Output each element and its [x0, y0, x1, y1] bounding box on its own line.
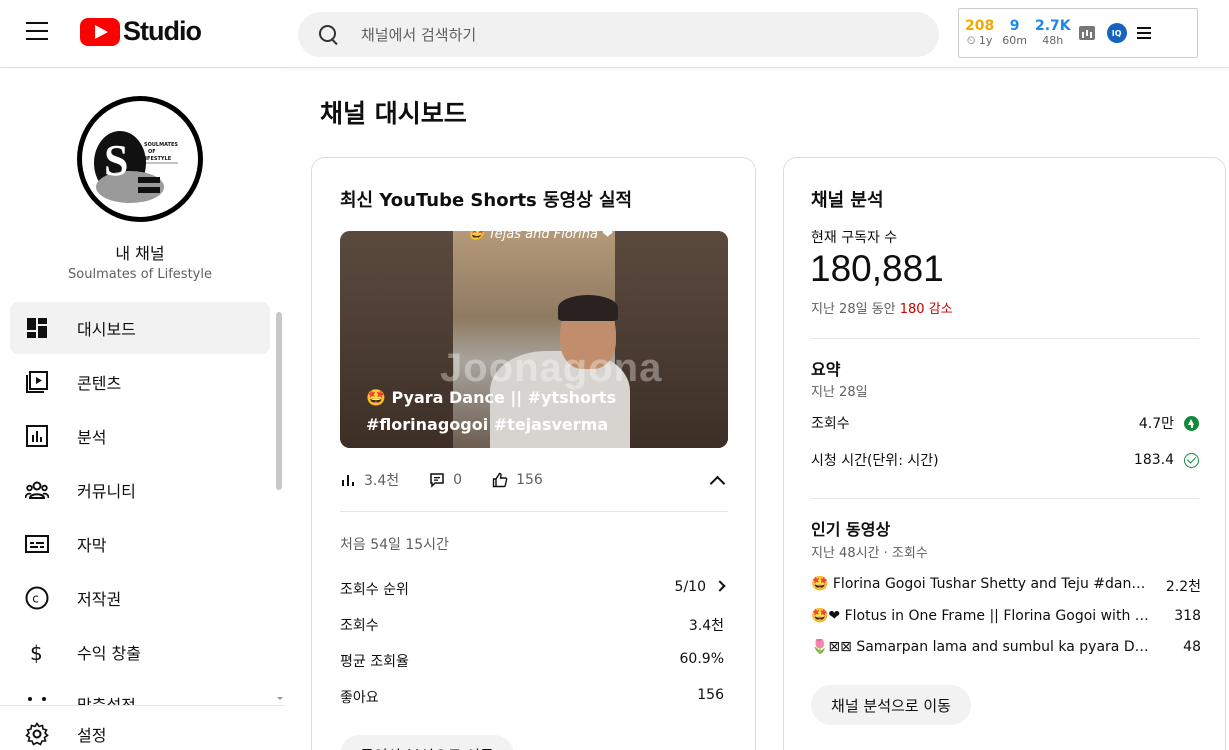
bar-chart-icon[interactable]	[1078, 26, 1095, 40]
sidebar-item-subtitles[interactable]: 자막	[10, 518, 270, 570]
sidebar-item-label: 분석	[77, 428, 107, 447]
comments-metric: 0	[429, 472, 462, 488]
studio-logo[interactable]: Studio	[80, 16, 202, 47]
check-circle-icon	[1184, 452, 1199, 468]
sidebar-item-label: 저작권	[77, 590, 122, 609]
collapse-chevron-icon[interactable]	[710, 474, 722, 486]
summary-views-row: 조회수 4.7만	[811, 413, 1199, 433]
sidebar-item-label: 맞춤설정	[77, 692, 136, 705]
avg-view-rate-row: 평균 조회율 60.9%	[340, 651, 724, 670]
sidebar-item-customization[interactable]: 맞춤설정	[10, 680, 270, 705]
svg-text:c: c	[32, 592, 39, 606]
search-input[interactable]	[361, 25, 881, 44]
content-icon	[25, 370, 49, 394]
sidebar-divider	[0, 705, 285, 706]
sidebar-item-dashboard[interactable]: 대시보드	[10, 302, 270, 354]
top-video-item[interactable]: 🌷⊠⊠ Samarpan lama and sumbul ka pyara Da…	[811, 639, 1201, 655]
since-published: 처음 54일 15시간	[340, 537, 449, 553]
rank-row[interactable]: 조회수 순위 5/10	[340, 579, 726, 599]
avatar[interactable]: S SOULMATES OF LIFESTYLE	[77, 96, 203, 222]
summary-title: 요약	[811, 360, 841, 379]
trend-up-icon	[1184, 415, 1199, 431]
shorts-thumbnail[interactable]: 🤩 Tejas and Florina ❤ Joonagona 🤩 Pyara …	[340, 231, 728, 448]
extension-badge-icon[interactable]: IQ	[1106, 23, 1127, 43]
top-video-item[interactable]: 🤩❤ Flotus in One Frame || Florina Gogoi …	[811, 608, 1201, 624]
top-videos-title: 인기 동영상	[811, 520, 891, 539]
subscriber-count: 180,881	[810, 248, 944, 289]
card-title: 채널 분석	[811, 190, 884, 211]
stat-48h: 2.7K 48h	[1034, 18, 1071, 47]
svg-text:SOULMATES: SOULMATES	[144, 142, 178, 148]
sidebar-item-label: 커뮤니티	[77, 482, 136, 501]
svg-text:OF: OF	[148, 149, 156, 155]
customization-icon	[25, 694, 49, 705]
comment-icon	[429, 472, 445, 488]
svg-text:$: $	[30, 641, 43, 664]
subscribers-label: 현재 구독자 수	[811, 230, 898, 246]
scroll-down-arrow-icon[interactable]	[277, 697, 283, 700]
stat-1y: 208 ⏲ 1y	[965, 18, 995, 47]
logo-text: Studio	[123, 16, 202, 46]
search-icon[interactable]	[319, 24, 339, 45]
sidebar-item-label: 설정	[77, 726, 107, 745]
go-to-video-analytics-button[interactable]: 동영상 분석으로 이동	[340, 735, 514, 750]
sidebar-item-analytics[interactable]: 분석	[10, 410, 270, 462]
channel-name: Soulmates of Lifestyle	[68, 267, 212, 282]
card-title: 최신 YouTube Shorts 동영상 실적	[340, 190, 633, 211]
sidebar-item-community[interactable]: 커뮤니티	[10, 464, 270, 516]
sidebar-item-monetization[interactable]: $ 수익 창출	[10, 626, 270, 678]
analytics-icon	[25, 424, 49, 448]
sidebar-item-label: 수익 창출	[77, 644, 141, 663]
shorts-performance-card: 최신 YouTube Shorts 동영상 실적 🤩 Tejas and Flo…	[311, 157, 756, 750]
search-bar[interactable]	[298, 12, 939, 57]
divider	[811, 338, 1199, 339]
sidebar-item-settings[interactable]: 설정	[10, 714, 270, 750]
channel-logo-icon: S SOULMATES OF LIFESTYLE	[94, 131, 178, 203]
youtube-play-icon	[80, 17, 120, 46]
channel-analytics-card: 채널 분석 현재 구독자 수 180,881 지난 28일 동안 180 감소 …	[783, 157, 1226, 750]
sidebar-item-content[interactable]: 콘텐츠	[10, 356, 270, 408]
likes-row: 좋아요 156	[340, 687, 724, 706]
extension-stats-box[interactable]: 208 ⏲ 1y 9 60m 2.7K 48h IQ	[958, 8, 1198, 58]
top-video-item[interactable]: 🤩 Florina Gogoi Tushar Shetty and Teju #…	[811, 576, 1201, 596]
divider	[340, 511, 728, 512]
extension-menu-icon[interactable]	[1136, 27, 1151, 39]
sidebar: S SOULMATES OF LIFESTYLE 내 채널 Soulmates …	[0, 69, 285, 750]
sidebar-scrollbar[interactable]	[276, 312, 282, 490]
top-videos-period: 지난 48시간 · 조회수	[811, 546, 928, 561]
sidebar-item-copyright[interactable]: c 저작권	[10, 572, 270, 624]
views-row: 조회수 3.4천	[340, 618, 724, 634]
svg-text:LIFESTYLE: LIFESTYLE	[142, 156, 172, 162]
channel-label: 내 채널	[115, 244, 165, 263]
gear-icon	[25, 722, 49, 746]
views-metric: 3.4천	[340, 470, 399, 490]
subscriber-change: 지난 28일 동안 180 감소	[811, 302, 953, 317]
stat-60m: 9 60m	[1002, 18, 1027, 47]
community-icon	[25, 478, 49, 502]
sidebar-item-label: 콘텐츠	[77, 374, 122, 393]
likes-metric: 156	[492, 472, 543, 488]
monetization-icon: $	[25, 640, 49, 664]
top-header: Studio 208 ⏲ 1y 9 60m 2.7K 48h IQ	[0, 0, 1229, 68]
divider	[811, 498, 1199, 499]
dashboard-icon	[25, 316, 49, 340]
thumbs-up-icon	[492, 472, 508, 488]
svg-text:S: S	[104, 136, 128, 185]
go-to-channel-analytics-button[interactable]: 채널 분석으로 이동	[811, 685, 971, 725]
video-title[interactable]: 🤩 Pyara Dance || #ytshorts #florinagogoi…	[366, 384, 716, 438]
video-metrics: 3.4천 0 156	[340, 470, 573, 490]
sidebar-item-label: 대시보드	[77, 320, 136, 339]
summary-period: 지난 28일	[811, 385, 868, 400]
views-bar-icon	[340, 472, 356, 488]
sidebar-item-label: 자막	[77, 536, 107, 555]
chevron-right-icon[interactable]	[714, 580, 726, 592]
copyright-icon: c	[25, 586, 49, 610]
subtitles-icon	[25, 532, 49, 556]
menu-icon[interactable]	[26, 22, 50, 42]
page-title: 채널 대시보드	[320, 99, 467, 128]
summary-watch-time-row: 시청 시간(단위: 시간) 183.4	[811, 450, 1199, 470]
thumbnail-overlay-text: 🤩 Tejas and Florina ❤	[468, 231, 613, 242]
